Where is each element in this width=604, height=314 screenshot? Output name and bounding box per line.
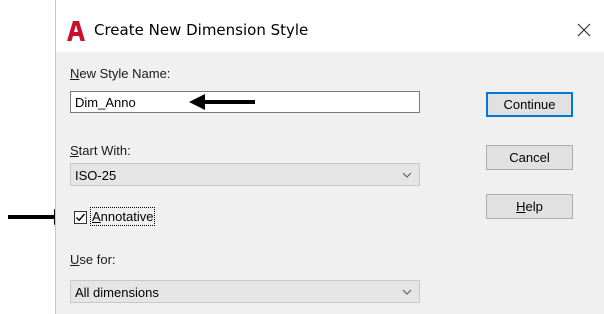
help-button[interactable]: Help <box>486 194 573 219</box>
chevron-down-icon <box>402 172 412 178</box>
use-for-value: All dimensions <box>75 285 159 300</box>
close-icon <box>577 23 591 37</box>
use-for-label: Use for: <box>70 252 116 267</box>
annotative-label[interactable]: Annotative <box>89 207 156 226</box>
use-for-dropdown[interactable]: All dimensions <box>70 280 420 303</box>
checkmark-icon <box>76 213 86 222</box>
create-new-dimension-style-dialog: Create New Dimension Style New Style Nam… <box>55 0 604 314</box>
new-style-name-value: Dim_Anno <box>75 95 136 110</box>
annotation-arrow-name <box>189 94 255 110</box>
start-with-value: ISO-25 <box>75 168 117 183</box>
autocad-a-icon <box>67 21 85 41</box>
cancel-button[interactable]: Cancel <box>486 145 573 170</box>
new-style-name-label: New Style Name: <box>70 66 171 81</box>
dialog-title: Create New Dimension Style <box>94 21 309 39</box>
chevron-down-icon <box>402 289 412 295</box>
annotative-checkbox[interactable] <box>74 211 87 224</box>
close-button[interactable] <box>568 14 600 46</box>
continue-button[interactable]: Continue <box>486 92 573 117</box>
start-with-label: Start With: <box>70 143 131 158</box>
title-bar: Create New Dimension Style <box>56 0 604 52</box>
start-with-dropdown[interactable]: ISO-25 <box>70 163 420 186</box>
